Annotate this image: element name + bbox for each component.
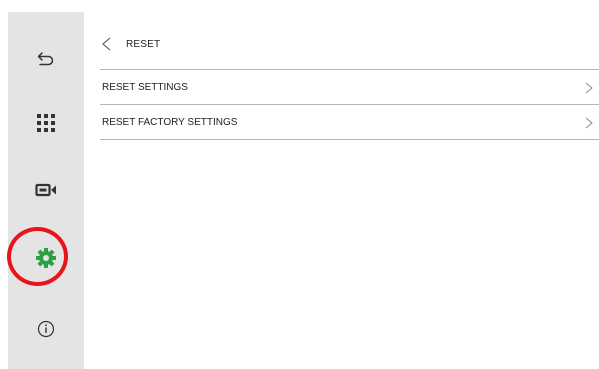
chevron-right-icon [585,117,593,129]
chevron-right-icon [585,82,593,94]
menu-item-label: RESET FACTORY SETTINGS [102,116,238,128]
sidebar-item-info[interactable] [8,309,84,349]
sidebar [8,12,84,369]
sidebar-item-back[interactable] [8,40,84,80]
info-icon [37,320,55,338]
chevron-left-icon[interactable] [100,37,112,51]
page-header[interactable]: RESET [100,32,160,56]
page-title: RESET [126,38,161,50]
video-camera-icon [35,183,56,197]
menu-item-reset-settings[interactable]: RESET SETTINGS [100,70,599,105]
sidebar-item-camera[interactable] [8,170,84,210]
gear-icon [36,248,56,268]
menu-item-label: RESET SETTINGS [102,81,188,93]
sidebar-item-settings[interactable] [8,238,84,278]
return-arrow-icon [37,52,54,66]
sidebar-item-apps[interactable] [8,103,84,143]
menu-item-reset-factory-settings[interactable]: RESET FACTORY SETTINGS [100,105,599,140]
grid-icon [37,114,55,132]
reset-menu: RESET SETTINGS RESET FACTORY SETTINGS [100,69,599,140]
